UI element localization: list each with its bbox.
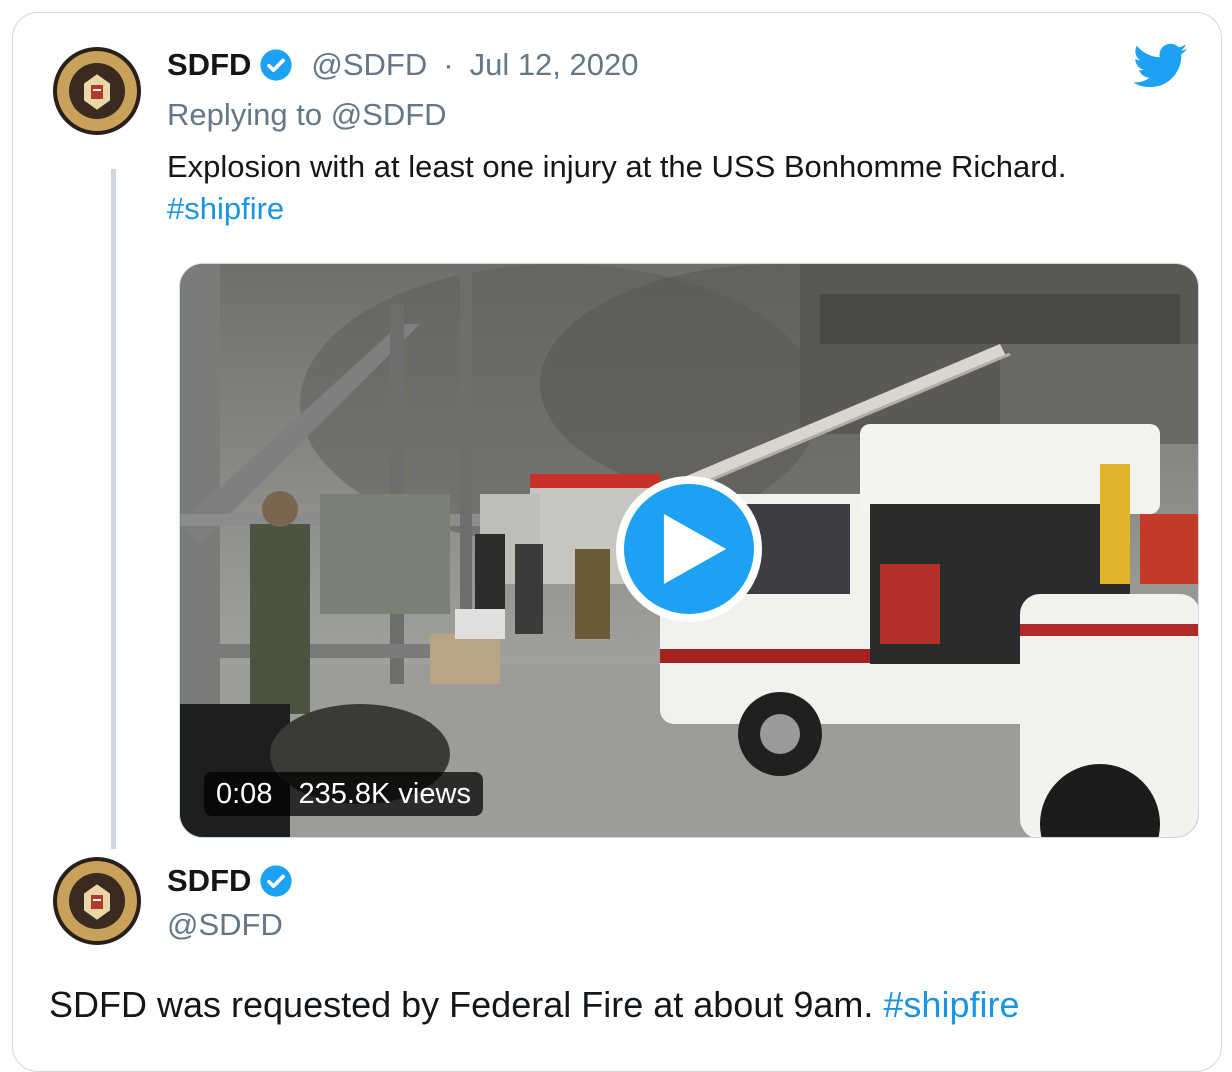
verified-badge-icon [259,864,293,898]
video-info-overlay: 0:08 235.8K views [204,772,483,816]
twitter-bird-icon[interactable] [1133,43,1187,89]
video-views: 235.8K views [298,777,471,810]
handle[interactable]: @SDFD [311,47,427,83]
separator: · [443,47,454,82]
avatar[interactable] [49,853,145,949]
hashtag-link[interactable]: #shipfire [883,984,1019,1025]
tweet-embed-card: SDFD @SDFD · Jul 12, 2020 Replying to @S… [12,12,1222,1072]
video-duration: 0:08 [216,777,273,810]
sdfd-logo-badge [49,853,145,949]
play-icon [663,514,727,584]
replying-to[interactable]: Replying to @SDFD [167,97,447,133]
sdfd-logo-badge [49,43,145,139]
play-button[interactable] [616,476,762,622]
display-name[interactable]: SDFD [167,47,251,83]
tweet-text: Explosion with at least one injury at th… [167,146,1187,230]
video-player[interactable]: 0:08 235.8K views [179,263,1199,838]
avatar[interactable] [49,43,145,139]
author-name[interactable]: SDFD [167,863,293,899]
handle[interactable]: @SDFD [167,907,283,943]
thread-connector-line [111,169,116,849]
tweet-body: Explosion with at least one injury at th… [167,149,1067,184]
author-name[interactable]: SDFD @SDFD · Jul 12, 2020 [167,47,639,83]
tweet-body: SDFD was requested by Federal Fire at ab… [49,984,874,1025]
tweet-text: SDFD was requested by Federal Fire at ab… [49,983,1199,1027]
verified-badge-icon [259,48,293,82]
display-name[interactable]: SDFD [167,863,251,899]
hashtag-link[interactable]: #shipfire [167,191,284,226]
tweet-date[interactable]: Jul 12, 2020 [470,47,639,83]
